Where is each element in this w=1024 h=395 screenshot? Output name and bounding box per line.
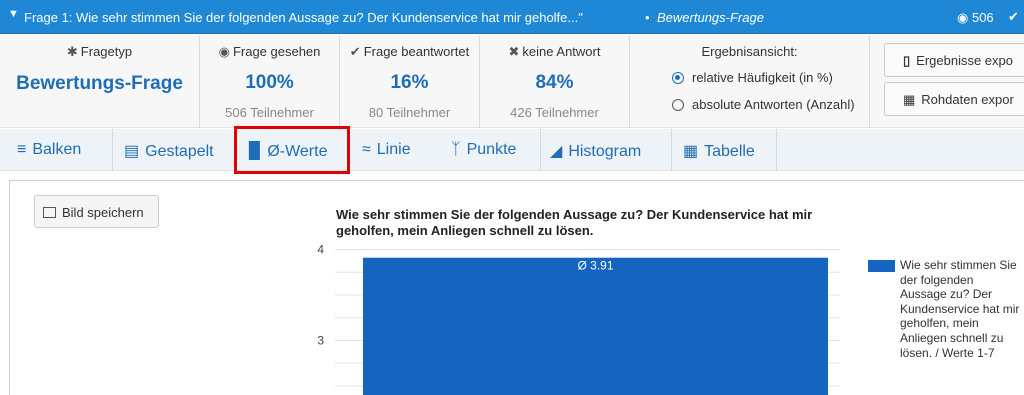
average-bar-chart: 4 3 Ø 3.91	[317, 245, 840, 395]
tab-balken[interactable]: ≡ Balken	[17, 129, 81, 171]
y-tick-label: 4	[317, 245, 324, 257]
stat-keine-antwort: ✖ keine Antwort 84% 426 Teilnehmer	[480, 35, 630, 128]
chart-bars	[363, 257, 828, 395]
tab-tabelle[interactable]: ▦ Tabelle	[683, 129, 755, 171]
stat-fragetyp-value: Bewertungs-Frage	[16, 73, 183, 94]
tab-divider	[112, 129, 113, 171]
x-icon: ✖	[508, 44, 520, 59]
question-stats: ✱ Fragetyp Bewertungs-Frage ◉ Frage gesehe…	[0, 35, 1024, 128]
legend-label[interactable]: Wie sehr stimmen Sie der folgenden Aussa…	[900, 258, 1020, 360]
stat-keine-value: 84%	[535, 72, 574, 93]
bars-icon: ≡	[17, 141, 27, 158]
tab-punkte[interactable]: ᛉ Punkte	[451, 129, 516, 171]
tab-divider	[540, 129, 541, 171]
question-title: Frage 1: Wie sehr stimmen Sie der folgen…	[24, 10, 583, 25]
table-icon: ▦	[903, 92, 916, 107]
result-view-label: Ergebnisansicht:	[701, 44, 798, 59]
tab-divider	[776, 129, 777, 171]
check-icon: ✔	[349, 44, 361, 59]
views-count: ◉ 506	[957, 10, 994, 25]
stat-beantwortet-value: 16%	[390, 72, 429, 93]
stat-gesehen-value: 100%	[245, 72, 294, 93]
gear-icon: ✱	[66, 44, 78, 59]
radio-button-selected[interactable]	[672, 72, 684, 84]
active-tab-highlight	[234, 126, 350, 174]
stat-keine-sub: 426 Teilnehmer	[510, 105, 599, 120]
stat-gesehen-sub: 506 Teilnehmer	[225, 105, 314, 120]
chart-type-tabs: ≡ Balken ▤ Gestapelt ▉ Ø-Werte ≈ Linie ᛉ Punk…	[0, 129, 1024, 171]
stacked-icon: ▤	[124, 143, 140, 160]
stat-beantwortet-sub: 80 Teilnehmer	[368, 105, 451, 120]
bar-chart-icon: ▯	[903, 53, 911, 68]
stat-gesehen: ◉ Frage gesehen 100% 506 Teilnehmer	[200, 35, 340, 128]
radio-button[interactable]	[672, 99, 684, 111]
average-bar[interactable]	[363, 257, 828, 395]
tab-gestapelt[interactable]: ▤ Gestapelt	[124, 129, 214, 171]
legend-swatch[interactable]	[868, 260, 895, 272]
header-separator: •	[645, 10, 650, 25]
points-icon: ᛉ	[451, 141, 461, 158]
question-type-label: Bewertungs-Frage	[657, 10, 764, 25]
stat-fragetyp: ✱ Fragetyp Bewertungs-Frage	[0, 35, 200, 128]
eye-icon: ◉	[218, 44, 230, 59]
radio-absolute[interactable]: absolute Antworten (Anzahl)	[672, 97, 855, 112]
radio-relative[interactable]: relative Häufigkeit (in %)	[672, 70, 833, 85]
chevron-down-icon[interactable]: ▼	[8, 8, 19, 20]
export-raw-button[interactable]: ▦ Rohdaten expor	[884, 82, 1024, 116]
tab-histogram[interactable]: ◢ Histogram	[550, 129, 641, 171]
area-chart-icon: ◢	[550, 143, 563, 160]
question-header-bar[interactable]: ▼ Frage 1: Wie sehr stimmen Sie der folg…	[0, 0, 1024, 34]
table-icon: ▦	[683, 143, 699, 160]
export-results-button[interactable]: ▯ Ergebnisse expo	[884, 43, 1024, 77]
tab-divider	[671, 129, 672, 171]
line-chart-icon: ≈	[362, 141, 371, 158]
tab-linie[interactable]: ≈ Linie	[362, 129, 411, 171]
stat-beantwortet: ✔ Frage beantwortet 16% 80 Teilnehmer	[340, 35, 480, 128]
y-tick-label: 3	[317, 333, 324, 347]
save-image-button[interactable]: Bild speichern	[34, 195, 159, 228]
bar-data-label: Ø 3.91	[577, 259, 613, 273]
check-icon: ✔	[1008, 9, 1019, 24]
image-icon	[43, 207, 56, 218]
chart-title: Wie sehr stimmen Sie der folgenden Aussa…	[336, 207, 813, 238]
eye-icon: ◉	[957, 10, 969, 25]
